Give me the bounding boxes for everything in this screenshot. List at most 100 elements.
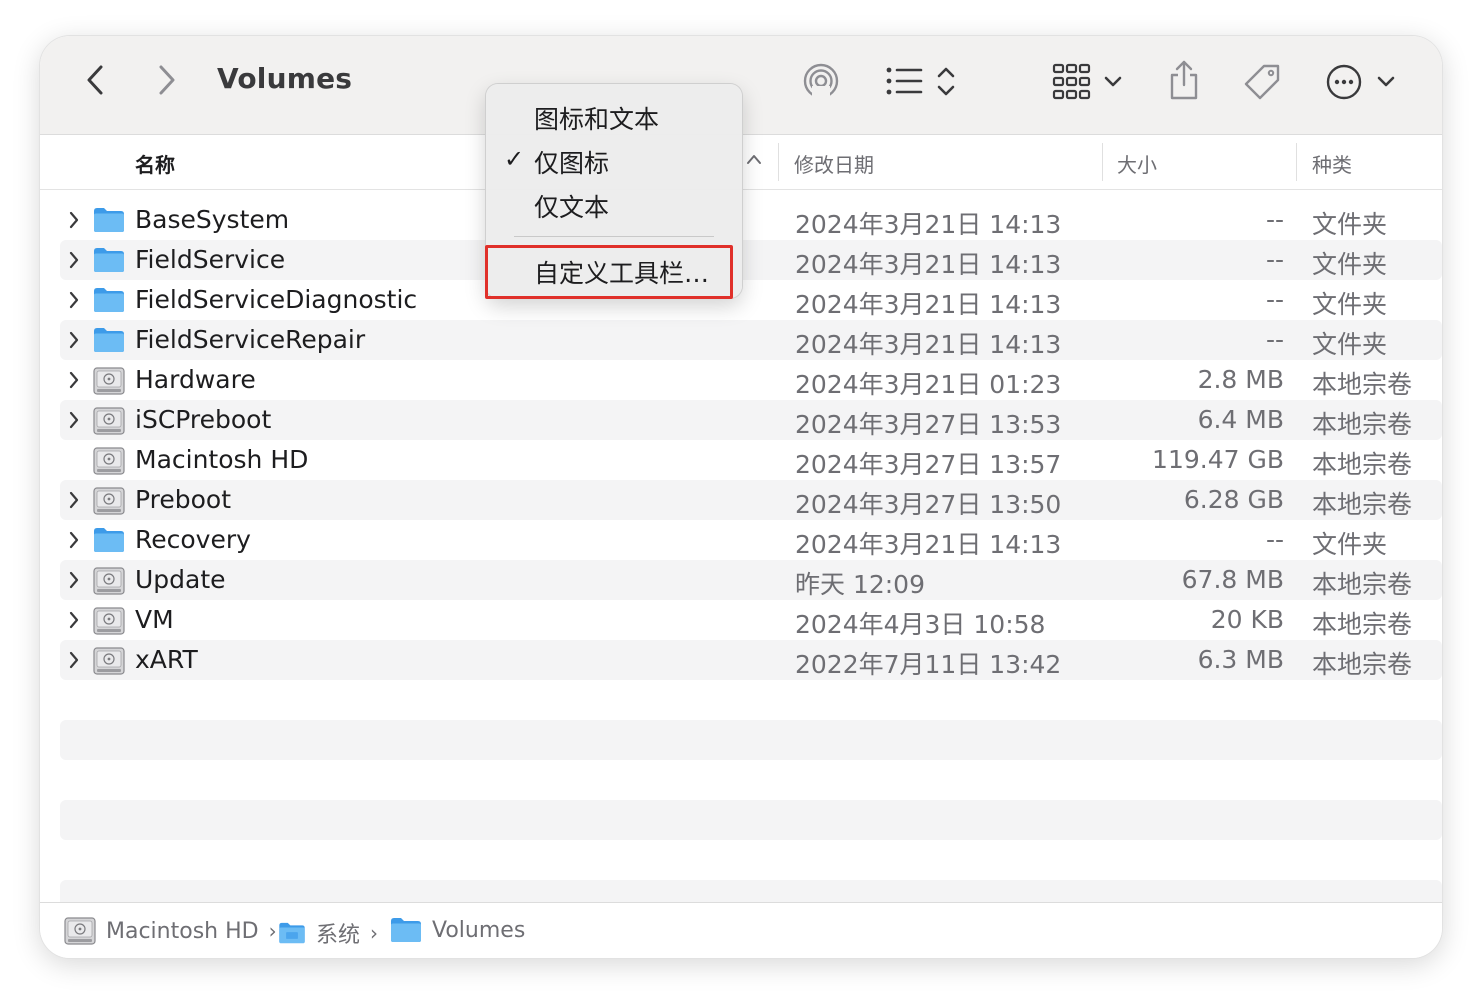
file-size: 2.8 MB: [1197, 365, 1284, 394]
breadcrumb-item[interactable]: Volumes: [390, 917, 525, 943]
file-name: VM: [135, 605, 174, 634]
file-size: --: [1265, 285, 1284, 314]
column-kind[interactable]: 种类: [1312, 149, 1352, 178]
file-row[interactable]: FieldService 2024年3月21日 14:13 -- 文件夹: [60, 240, 1442, 280]
checkmark-icon: ✓: [504, 145, 525, 173]
disclosure-chevron-icon[interactable]: [68, 410, 80, 434]
airdrop-icon[interactable]: [800, 60, 842, 102]
file-date: 2024年3月21日 01:23: [795, 370, 1062, 399]
file-name: Recovery: [135, 525, 251, 554]
breadcrumb-label: Volumes: [432, 917, 526, 943]
folder-icon: [93, 247, 125, 277]
file-size: --: [1265, 525, 1284, 554]
file-date: 2024年3月27日 13:53: [795, 410, 1062, 439]
tag-icon[interactable]: [1240, 60, 1284, 104]
file-kind: 本地宗卷: [1312, 610, 1413, 639]
file-kind: 文件夹: [1312, 330, 1388, 359]
file-name: Update: [135, 565, 226, 594]
file-date: 2024年3月21日 14:13: [795, 290, 1062, 319]
file-row[interactable]: Recovery 2024年3月21日 14:13 -- 文件夹: [60, 520, 1442, 560]
chevron-left-icon[interactable]: [80, 60, 110, 100]
column-divider[interactable]: [778, 143, 779, 181]
file-row[interactable]: Hardware 2024年3月21日 01:23 2.8 MB 本地宗卷: [60, 360, 1442, 400]
file-name: xART: [135, 645, 198, 674]
menu-item-icon-and-text[interactable]: 图标和文本: [534, 100, 659, 136]
file-name: Preboot: [135, 485, 232, 514]
disclosure-chevron-icon[interactable]: [68, 570, 80, 594]
disclosure-chevron-icon[interactable]: [68, 370, 80, 394]
file-size: 6.28 GB: [1183, 485, 1284, 514]
file-kind: 本地宗卷: [1312, 650, 1413, 679]
file-kind: 本地宗卷: [1312, 490, 1413, 519]
file-size: --: [1265, 245, 1284, 274]
disclosure-chevron-icon[interactable]: [68, 650, 80, 674]
disk-icon: [93, 607, 125, 639]
disk-icon: [93, 367, 125, 399]
file-row[interactable]: Preboot 2024年3月27日 13:50 6.28 GB 本地宗卷: [60, 480, 1442, 520]
file-size: 67.8 MB: [1181, 565, 1284, 594]
breadcrumb-label: 系统: [316, 923, 361, 948]
file-size: 6.3 MB: [1197, 645, 1284, 674]
folder-icon: [93, 207, 125, 237]
file-row[interactable]: FieldServiceDiagnostic 2024年3月21日 14:13 --…: [60, 280, 1442, 320]
list-view-icon[interactable]: [883, 64, 971, 100]
column-name[interactable]: 名称: [135, 149, 175, 178]
file-row[interactable]: Macintosh HD 2024年3月27日 13:57 119.47 GB 本地宗…: [60, 440, 1442, 480]
file-date: 昨天 12:09: [795, 570, 925, 599]
column-size[interactable]: 大小: [1117, 149, 1157, 178]
disk-icon: [93, 647, 125, 679]
disclosure-chevron-icon[interactable]: [68, 490, 80, 514]
file-name: Hardware: [135, 365, 256, 394]
file-row[interactable]: BaseSystem 2024年3月21日 14:13 -- 文件夹: [60, 200, 1442, 240]
file-name: BaseSystem: [135, 205, 290, 234]
disk-icon: [93, 447, 125, 479]
folder-icon: [93, 327, 125, 357]
column-date[interactable]: 修改日期: [794, 149, 874, 178]
breadcrumb-separator: ›: [370, 921, 379, 945]
file-date: 2024年3月27日 13:57: [795, 450, 1062, 479]
file-kind: 文件夹: [1312, 530, 1388, 559]
file-row[interactable]: FieldServiceRepair 2024年3月21日 14:13 -- 文件夹: [60, 320, 1442, 360]
chevron-right-icon[interactable]: [152, 60, 182, 100]
breadcrumb-label: Macintosh HD: [106, 918, 259, 944]
disclosure-chevron-icon[interactable]: [68, 610, 80, 634]
file-kind: 本地宗卷: [1312, 410, 1413, 439]
file-date: 2024年4月3日 10:58: [795, 610, 1046, 639]
empty-row: [60, 720, 1442, 760]
file-name: FieldServiceRepair: [135, 325, 366, 354]
disclosure-chevron-icon[interactable]: [68, 530, 80, 554]
file-size: --: [1265, 205, 1284, 234]
grid-group-icon[interactable]: [1052, 62, 1126, 102]
disclosure-chevron-icon[interactable]: [68, 330, 80, 354]
file-row[interactable]: iSCPreboot 2024年3月27日 13:53 6.4 MB 本地宗卷: [60, 400, 1442, 440]
file-row[interactable]: Update 昨天 12:09 67.8 MB 本地宗卷: [60, 560, 1442, 600]
file-row[interactable]: VM 2024年4月3日 10:58 20 KB 本地宗卷: [60, 600, 1442, 640]
disclosure-chevron-icon[interactable]: [68, 290, 80, 314]
disclosure-chevron-icon[interactable]: [68, 250, 80, 274]
disk-icon: [93, 407, 125, 439]
sort-ascending-icon[interactable]: [746, 151, 762, 170]
file-date: 2022年7月11日 13:42: [795, 650, 1062, 679]
file-row[interactable]: xART 2022年7月11日 13:42 6.3 MB 本地宗卷: [60, 640, 1442, 680]
file-kind: 本地宗卷: [1312, 450, 1413, 479]
disk-icon: [64, 917, 96, 945]
window-title: Volumes: [217, 62, 353, 95]
file-kind: 文件夹: [1312, 250, 1388, 279]
file-date: 2024年3月21日 14:13: [795, 250, 1062, 279]
path-bar: Macintosh HD › 系统 › Volumes: [40, 902, 1442, 958]
share-icon[interactable]: [1164, 58, 1204, 102]
folder-icon: [93, 287, 125, 317]
ellipsis-circle-icon[interactable]: [1324, 62, 1402, 102]
breadcrumb-item[interactable]: Macintosh HD ›: [64, 917, 277, 945]
column-divider[interactable]: [1296, 143, 1297, 181]
file-kind: 本地宗卷: [1312, 570, 1413, 599]
menu-item-text-only[interactable]: 仅文本: [534, 188, 609, 224]
file-list: BaseSystem 2024年3月21日 14:13 -- 文件夹 FieldServ…: [60, 200, 1442, 680]
disclosure-chevron-icon[interactable]: [68, 210, 80, 234]
breadcrumb-item[interactable]: 系统 ›: [278, 917, 378, 949]
file-size: 20 KB: [1210, 605, 1284, 634]
file-date: 2024年3月21日 14:13: [795, 330, 1062, 359]
file-name: iSCPreboot: [135, 405, 272, 434]
column-divider[interactable]: [1102, 143, 1103, 181]
menu-item-icon-only[interactable]: 仅图标: [534, 144, 609, 180]
